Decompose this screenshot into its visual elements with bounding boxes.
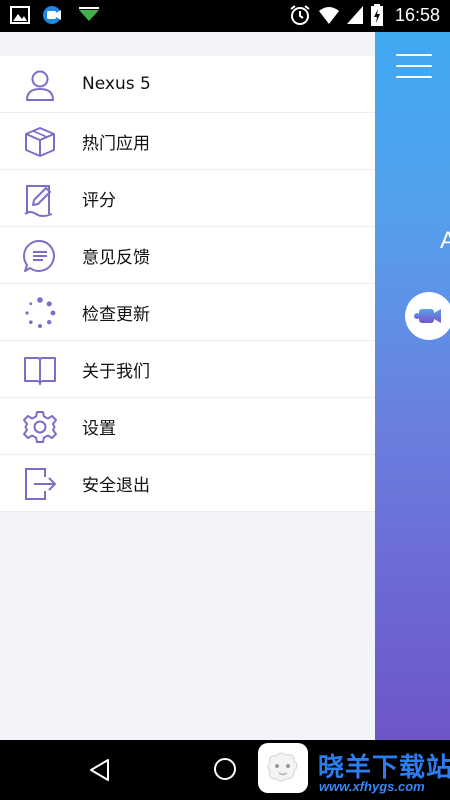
menu-hamburger-icon[interactable] xyxy=(396,52,434,80)
navigation-drawer: Nexus 5 热门应用 评分 意见反馈 检查更新 关于我们 设置 安全退出 xyxy=(0,32,375,740)
status-right-icons: 16:58 xyxy=(289,4,440,26)
menu-item-settings[interactable]: 设置 xyxy=(0,398,375,455)
rate-icon xyxy=(24,185,53,217)
back-icon[interactable] xyxy=(88,758,112,782)
menu-item-feedback[interactable]: 意见反馈 xyxy=(0,227,375,284)
menu-item-label: 关于我们 xyxy=(82,361,150,382)
watermark-logo xyxy=(258,743,308,793)
menu-item-hot-apps[interactable]: 热门应用 xyxy=(0,113,375,170)
menu-item-label: 评分 xyxy=(82,190,116,211)
book-icon xyxy=(24,357,56,385)
screen: A Nexus 5 热门应用 评分 意见反馈 检查更新 关于我们 设置 安全退出 xyxy=(0,32,450,740)
box-icon xyxy=(25,127,55,157)
alarm-icon xyxy=(290,5,310,25)
drawer-menu: Nexus 5 热门应用 评分 意见反馈 检查更新 关于我们 设置 安全退出 xyxy=(0,56,375,512)
download-icon xyxy=(79,7,99,21)
home-icon[interactable] xyxy=(213,757,237,781)
menu-item-profile[interactable]: Nexus 5 xyxy=(0,56,375,113)
sheep-icon xyxy=(267,752,298,782)
menu-item-label: 热门应用 xyxy=(82,133,150,154)
menu-item-label: 意见反馈 xyxy=(82,247,150,268)
exit-icon xyxy=(25,468,56,500)
camera-app-icon xyxy=(43,6,61,24)
user-icon xyxy=(26,70,54,101)
status-bar: 16:58 xyxy=(0,0,450,32)
app-partial-text: A xyxy=(440,227,450,254)
menu-item-check-update[interactable]: 检查更新 xyxy=(0,284,375,341)
menu-item-label: 检查更新 xyxy=(82,304,150,325)
menu-item-label: 设置 xyxy=(82,418,116,439)
menu-item-rate[interactable]: 评分 xyxy=(0,170,375,227)
wifi-icon xyxy=(318,7,339,24)
feedback-icon xyxy=(22,239,55,272)
watermark: 晓羊下载站 www.xfhygs.com xyxy=(258,743,450,797)
watermark-url: www.xfhygs.com xyxy=(319,779,425,794)
app-background xyxy=(374,32,450,740)
menu-item-exit[interactable]: 安全退出 xyxy=(0,455,375,512)
battery-icon xyxy=(370,4,383,26)
menu-item-label: 安全退出 xyxy=(82,475,150,496)
gear-icon xyxy=(23,411,57,443)
update-icon xyxy=(25,297,56,328)
signal-icon xyxy=(346,6,363,24)
menu-item-about-us[interactable]: 关于我们 xyxy=(0,341,375,398)
menu-item-label: Nexus 5 xyxy=(82,74,151,94)
status-left-icons xyxy=(10,5,100,25)
status-time: 16:58 xyxy=(394,4,440,25)
image-icon xyxy=(10,6,30,24)
camera-icon xyxy=(414,309,441,323)
camera-button[interactable] xyxy=(405,292,450,340)
